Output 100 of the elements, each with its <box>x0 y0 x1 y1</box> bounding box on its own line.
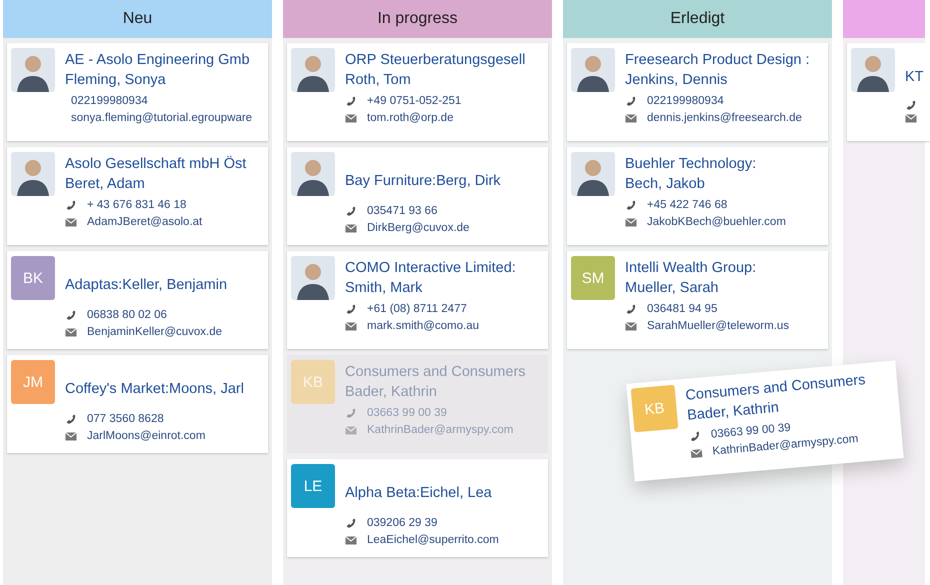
initials-avatar: KB <box>291 360 335 404</box>
envelope-icon <box>345 535 357 546</box>
contact-title: Smith, Mark <box>345 279 424 298</box>
contact-title: Consumers and Consumers <box>345 363 526 382</box>
email-address: tom.roth@orp.de <box>367 111 454 126</box>
column-header: In progress <box>283 0 552 38</box>
phone-number: +45 422 746 68 <box>647 198 728 213</box>
phone-number: 039206 29 39 <box>367 516 438 531</box>
phone-icon <box>345 518 357 529</box>
contact-title: COMO Interactive Limited: <box>345 259 516 278</box>
envelope-icon <box>690 448 704 460</box>
phone-icon <box>345 408 357 419</box>
person-silhouette-avatar <box>291 256 335 300</box>
phone-icon <box>625 200 637 211</box>
email-address: JakobKBech@buehler.com <box>647 215 786 230</box>
contact-title: Beret, Adam <box>65 175 146 194</box>
envelope-icon <box>65 217 77 228</box>
phone-number: 022199980934 <box>70 94 149 109</box>
contact-card[interactable]: KT <box>847 43 930 141</box>
phone-icon <box>345 304 357 315</box>
phone-icon <box>65 200 77 211</box>
envelope-icon <box>65 431 77 442</box>
phone-number: 06838 80 02 06 <box>87 308 167 323</box>
contact-card[interactable]: JM Coffey's Market:Moons, Jarl 077 3560 8628 JarlMoons@einrot.com <box>7 355 268 453</box>
contact-title: AE - Asolo Engineering Gmb <box>65 51 251 70</box>
contact-title: Alpha Beta:Eichel, Lea <box>345 484 493 503</box>
contact-card[interactable]: Bay Furniture:Berg, Dirk 035471 93 66 DirkBerg@cuvox.de <box>287 147 548 245</box>
phone-icon <box>625 96 637 107</box>
contact-title: Adaptas:Keller, Benjamin <box>65 276 228 295</box>
contact-title: Jenkins, Dennis <box>625 71 728 90</box>
phone-number: 022199980934 <box>647 94 724 109</box>
phone-number: 035471 93 66 <box>367 204 438 219</box>
email-address: BenjaminKeller@cuvox.de <box>87 325 222 340</box>
contact-title: KT <box>905 68 924 87</box>
email-address: DirkBerg@cuvox.de <box>367 221 470 236</box>
email-address: mark.smith@como.au <box>367 319 480 334</box>
contact-title: Bech, Jakob <box>625 175 706 194</box>
person-silhouette-avatar <box>571 152 615 196</box>
contact-card[interactable]: Asolo Gesellschaft mbH Öst Beret, Adam + 43 676 831 46 18 AdamJBeret@asolo.at <box>7 147 268 245</box>
phone-number: 077 3560 8628 <box>87 412 164 427</box>
email-address: JarlMoons@einrot.com <box>87 429 206 444</box>
contact-card[interactable]: ORP Steuerberatungsgesell Roth, Tom +49 0751-052-251 tom.roth@orp.de <box>287 43 548 141</box>
envelope-icon <box>625 217 637 228</box>
phone-icon <box>65 414 77 425</box>
person-silhouette-avatar <box>291 152 335 196</box>
person-silhouette-avatar <box>11 48 55 92</box>
envelope-icon <box>345 321 357 332</box>
email-address: sonya.fleming@tutorial.egroupware <box>70 111 252 126</box>
contact-title: Bader, Kathrin <box>345 383 438 402</box>
contact-title: Freesearch Product Design : <box>625 51 810 70</box>
contact-title: Asolo Gesellschaft mbH Öst <box>65 154 246 174</box>
email-address: AdamJBeret@asolo.at <box>87 215 202 230</box>
initials-avatar: LE <box>291 464 335 508</box>
envelope-icon <box>345 113 357 124</box>
contact-card[interactable]: Buehler Technology: Bech, Jakob +45 422 746 68 JakobKBech@buehler.com <box>567 147 828 245</box>
email-address: dennis.jenkins@freesearch.de <box>647 111 802 126</box>
phone-number: 036481 94 95 <box>647 302 718 317</box>
phone-icon <box>345 96 357 107</box>
initials-avatar: BK <box>11 256 55 300</box>
column-header: Neu <box>3 0 272 38</box>
phone-number: +49 0751-052-251 <box>367 94 462 109</box>
envelope-icon <box>625 113 637 124</box>
phone-number: +61 (08) 8711 2477 <box>367 302 467 317</box>
initials-avatar: JM <box>11 360 55 404</box>
contact-card[interactable]: AE - Asolo Engineering Gmb Fleming, Sonya 022199980934 sonya.fleming@tutorial.egroupware <box>7 43 268 141</box>
person-silhouette-avatar <box>571 48 615 92</box>
phone-icon <box>905 100 917 111</box>
person-silhouette-avatar <box>291 48 335 92</box>
contact-card[interactable]: COMO Interactive Limited: Smith, Mark +61 (08) 8711 2477 mark.smith@como.au <box>287 251 548 349</box>
contact-title: Roth, Tom <box>345 71 412 90</box>
contact-title: Bay Furniture:Berg, Dirk <box>345 172 501 191</box>
column-header: Erledigt <box>563 0 832 38</box>
contact-card[interactable]: SM Intelli Wealth Group: Mueller, Sarah 036481 94 95 SarahMueller@teleworm.us <box>567 251 828 349</box>
contact-title: Fleming, Sonya <box>65 71 167 90</box>
envelope-icon <box>905 113 917 124</box>
contact-title: Intelli Wealth Group: <box>625 259 758 278</box>
phone-icon <box>688 430 702 443</box>
email-address: KathrinBader@armyspy.com <box>367 423 514 438</box>
contact-title: Coffey's Market:Moons, Jarl <box>65 380 244 399</box>
email-address: LeaEichel@superrito.com <box>367 533 499 548</box>
envelope-icon <box>625 321 637 332</box>
envelope-icon <box>65 327 77 338</box>
phone-icon <box>65 310 77 321</box>
contact-card[interactable]: Freesearch Product Design : Jenkins, Dennis 022199980934 dennis.jenkins@freesearch.de <box>567 43 828 141</box>
email-address: SarahMueller@teleworm.us <box>647 319 790 334</box>
phone-icon <box>625 304 637 315</box>
contact-card[interactable]: BK Adaptas:Keller, Benjamin 06838 80 02 06 BenjaminKeller@cuvox.de <box>7 251 268 349</box>
envelope-icon <box>345 223 357 234</box>
initials-avatar: SM <box>571 256 615 300</box>
phone-icon <box>345 206 357 217</box>
contact-card[interactable]: LE Alpha Beta:Eichel, Lea 039206 29 39 LeaEichel@superrito.com <box>287 459 548 557</box>
phone-number: + 43 676 831 46 18 <box>87 198 186 213</box>
envelope-icon <box>345 425 357 436</box>
person-silhouette-avatar <box>11 152 55 196</box>
phone-number: 03663 99 00 39 <box>367 406 447 421</box>
initials-avatar: KB <box>630 384 678 432</box>
contact-title: Buehler Technology: <box>625 155 758 174</box>
contact-title: Mueller, Sarah <box>625 279 720 298</box>
person-silhouette-avatar <box>851 48 895 92</box>
contact-title: ORP Steuerberatungsgesell <box>345 51 526 70</box>
